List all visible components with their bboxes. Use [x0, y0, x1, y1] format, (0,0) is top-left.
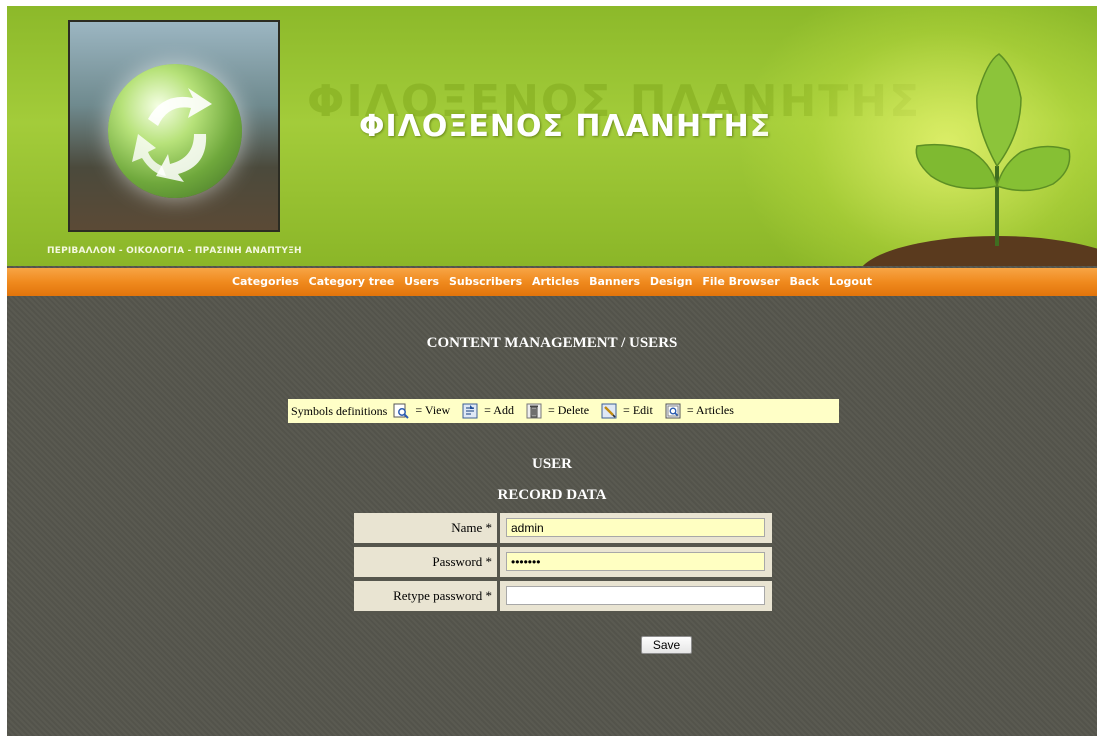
- form-row-password: Password *: [354, 547, 772, 577]
- delete-icon: [526, 403, 542, 419]
- symbols-label: Symbols definitions: [291, 403, 388, 418]
- symbol-def-edit: = Edit: [601, 403, 653, 419]
- nav-item-category-tree[interactable]: Category tree: [309, 275, 395, 288]
- nav-item-file-browser[interactable]: File Browser: [702, 275, 779, 288]
- symbol-def-add: = Add: [462, 403, 514, 419]
- site-title: ΦΙΛΟΞΕΝΟΣ ΠΛΑΝΗΤΗΣ: [359, 109, 772, 144]
- page-frame: ΦΙΛΟΞΕΝΟΣ ΠΛΑΝΗΤΗΣ ΦΙΛΟΞΕΝΟΣ ΠΛΑΝΗΤΗΣ ΠΕ…: [7, 6, 1097, 736]
- name-label: Name *: [354, 513, 497, 543]
- symbol-def-articles: = Articles: [665, 403, 734, 419]
- articles-icon: [665, 403, 681, 419]
- recycle-globe-icon: [108, 64, 242, 198]
- form-row-retype-password: Retype password *: [354, 581, 772, 611]
- symbol-edit-text: = Edit: [623, 402, 653, 417]
- nav-item-logout[interactable]: Logout: [829, 275, 872, 288]
- page-title: CONTENT MANAGEMENT / USERS: [426, 335, 678, 351]
- section-title: USER: [531, 456, 572, 472]
- nav-item-design[interactable]: Design: [650, 275, 693, 288]
- nav-item-subscribers[interactable]: Subscribers: [449, 275, 522, 288]
- save-button[interactable]: Save: [641, 636, 692, 654]
- symbol-view-text: = View: [415, 402, 451, 417]
- nav-item-banners[interactable]: Banners: [589, 275, 640, 288]
- view-icon: [393, 403, 410, 419]
- password-label: Password *: [354, 547, 497, 577]
- nav-item-back[interactable]: Back: [789, 275, 819, 288]
- password-input[interactable]: [506, 552, 765, 571]
- name-input[interactable]: [506, 518, 765, 537]
- plant-sprout-icon: [862, 53, 1097, 266]
- site-logo[interactable]: [68, 20, 280, 232]
- nav-item-articles[interactable]: Articles: [532, 275, 579, 288]
- symbols-legend: Symbols definitions = View = Add = Delet…: [288, 399, 839, 423]
- edit-icon: [601, 403, 617, 419]
- subsection-title: RECORD DATA: [497, 487, 607, 503]
- name-cell: [500, 513, 772, 543]
- symbol-def-delete: = Delete: [526, 403, 589, 419]
- retype-password-cell: [500, 581, 772, 611]
- add-icon: [462, 403, 478, 419]
- header-banner: ΦΙΛΟΞΕΝΟΣ ΠΛΑΝΗΤΗΣ ΦΙΛΟΞΕΝΟΣ ΠΛΑΝΗΤΗΣ ΠΕ…: [7, 6, 1097, 266]
- symbol-delete-text: = Delete: [547, 402, 590, 417]
- form-row-name: Name *: [354, 513, 772, 543]
- site-tagline: ΠΕΡΙΒΑΛΛΟΝ - ΟΙΚΟΛΟΓΙΑ - ΠΡΑΣΙΝΗ ΑΝΑΠΤΥΞ…: [47, 246, 302, 256]
- symbol-add-text: = Add: [484, 402, 514, 417]
- symbol-def-view: = View: [393, 403, 450, 419]
- nav-item-users[interactable]: Users: [404, 275, 439, 288]
- retype-password-input[interactable]: [506, 586, 765, 605]
- user-record-form: Name * Password * Retype password *: [354, 513, 772, 615]
- nav-item-categories[interactable]: Categories: [232, 275, 299, 288]
- symbol-articles-text: = Articles: [686, 402, 734, 417]
- retype-password-label: Retype password *: [354, 581, 497, 611]
- admin-nav-bar: Categories Category tree Users Subscribe…: [7, 268, 1097, 296]
- password-cell: [500, 547, 772, 577]
